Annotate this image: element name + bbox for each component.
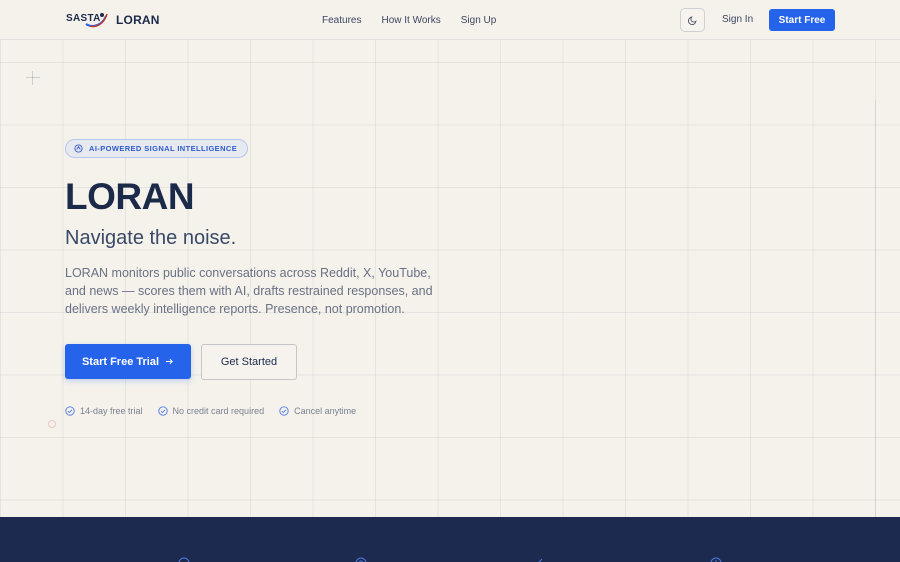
nav-link-features[interactable]: Features (322, 15, 361, 26)
clock-icon (710, 557, 722, 562)
perk-item: 14-day free trial (65, 406, 143, 416)
divider-line (875, 100, 876, 517)
sign-in-link[interactable]: Sign In (722, 14, 753, 25)
badge-text: AI-POWERED SIGNAL INTELLIGENCE (89, 144, 238, 153)
moon-icon (687, 16, 696, 25)
perk-label: 14-day free trial (80, 406, 143, 416)
perk-label: Cancel anytime (294, 406, 357, 416)
site-header: SASTA LORAN Features How It Works Sign U… (0, 0, 900, 40)
signal-icon (74, 144, 83, 153)
hero-tagline: Navigate the noise. (65, 227, 237, 249)
start-free-trial-label: Start Free Trial (81, 355, 160, 368)
nav-link-sign-up[interactable]: Sign Up (461, 15, 497, 26)
check-circle-icon (279, 406, 289, 416)
hero-description: LORAN monitors public conversations acro… (65, 266, 433, 317)
check-circle-icon (65, 406, 75, 416)
perks-list: 14-day free trial No credit card require… (65, 405, 371, 417)
start-free-trial-button[interactable]: Start Free Trial (65, 344, 191, 379)
orbit-logo-icon (85, 13, 108, 28)
get-started-button[interactable]: Get Started (201, 344, 297, 380)
main-nav: Features How It Works Sign Up (322, 0, 516, 40)
nav-link-how-it-works[interactable]: How It Works (381, 15, 440, 26)
arrow-right-icon (165, 358, 173, 365)
signal-icon (178, 557, 190, 562)
feature-badge: AI-POWERED SIGNAL INTELLIGENCE (65, 139, 249, 158)
perk-item: Cancel anytime (279, 406, 356, 416)
dot-decoration (48, 420, 56, 428)
logo[interactable]: SASTA LORAN (66, 9, 160, 31)
features-band (0, 517, 900, 562)
send-icon (538, 558, 543, 562)
perk-item: No credit card required (157, 406, 265, 416)
theme-toggle-button[interactable] (680, 8, 705, 32)
check-circle-icon (157, 406, 168, 416)
target-icon (355, 557, 367, 562)
hero-title: LORAN (65, 176, 195, 217)
start-free-button[interactable]: Start Free (769, 9, 835, 31)
brand-name: LORAN (116, 13, 160, 27)
plus-decoration (26, 71, 40, 85)
logo-mark: SASTA (66, 10, 110, 30)
perk-label: No credit card required (172, 406, 265, 416)
